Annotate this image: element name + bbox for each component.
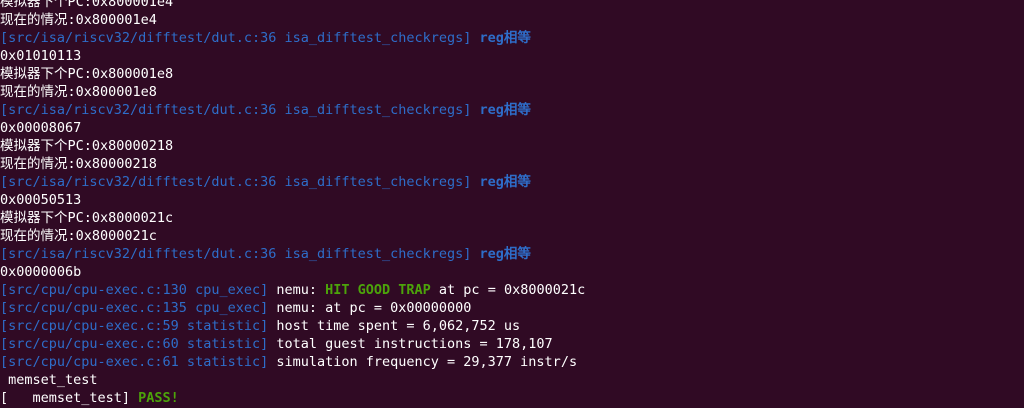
terminal-text-segment: reg相等 xyxy=(479,174,531,190)
terminal-text-segment: nemu: xyxy=(276,282,326,298)
terminal-line: [src/cpu/cpu-exec.c:135 cpu_exec] nemu: … xyxy=(0,299,1024,317)
terminal-line: [src/cpu/cpu-exec.c:59 statistic] host t… xyxy=(0,317,1024,335)
terminal-line: [src/isa/riscv32/difftest/dut.c:36 isa_d… xyxy=(0,245,1024,263)
terminal-text-segment: 现在的情况:0x8000021c xyxy=(0,228,157,244)
terminal-line: 现在的情况:0x80000218 xyxy=(0,155,1024,173)
terminal-text-segment: [src/isa/riscv32/difftest/dut.c:36 isa_d… xyxy=(0,246,480,262)
terminal-text-segment: at pc = 0x8000021c xyxy=(430,282,586,298)
terminal-text-segment: [src/cpu/cpu-exec.c:59 statistic] xyxy=(0,318,277,334)
terminal-text-segment: 0x00008067 xyxy=(0,120,82,136)
terminal-text-segment: [src/isa/riscv32/difftest/dut.c:36 isa_d… xyxy=(0,174,480,190)
terminal-text-segment: 模拟器下个PC:0x800001e4 xyxy=(0,0,174,10)
terminal-text-segment: reg相等 xyxy=(479,102,531,118)
terminal-text-segment: 0x00050513 xyxy=(0,192,82,208)
terminal-text-segment: [src/cpu/cpu-exec.c:61 statistic] xyxy=(0,354,277,370)
terminal-text-segment: [src/isa/riscv32/difftest/dut.c:36 isa_d… xyxy=(0,102,480,118)
terminal-text-segment: reg相等 xyxy=(479,246,531,262)
terminal-text-segment: 0x0000006b xyxy=(0,264,82,280)
terminal-text-segment: total guest instructions = 178,107 xyxy=(276,336,553,352)
terminal-text-segment: [src/cpu/cpu-exec.c:135 cpu_exec] xyxy=(0,300,277,316)
terminal-line: 现在的情况:0x800001e4 xyxy=(0,11,1024,29)
terminal-line: [src/cpu/cpu-exec.c:130 cpu_exec] nemu: … xyxy=(0,281,1024,299)
terminal-text-segment: [src/isa/riscv32/difftest/dut.c:36 isa_d… xyxy=(0,30,480,46)
terminal-text-segment: nemu: at pc = 0x00000000 xyxy=(276,300,472,316)
terminal-text-segment: 模拟器下个PC:0x8000021c xyxy=(0,210,174,226)
terminal-line: 模拟器下个PC:0x800001e8 xyxy=(0,65,1024,83)
terminal-text-segment: simulation frequency = 29,377 instr/s xyxy=(276,354,578,370)
terminal-line: [src/isa/riscv32/difftest/dut.c:36 isa_d… xyxy=(0,173,1024,191)
terminal-text-segment: memset_test xyxy=(0,372,98,388)
terminal-line: 现在的情况:0x8000021c xyxy=(0,227,1024,245)
terminal-line: 0x00008067 xyxy=(0,119,1024,137)
terminal-line: 现在的情况:0x800001e8 xyxy=(0,83,1024,101)
terminal-line: 0x01010113 xyxy=(0,47,1024,65)
terminal-text-segment: [src/cpu/cpu-exec.c:60 statistic] xyxy=(0,336,277,352)
terminal-line: 模拟器下个PC:0x8000021c xyxy=(0,209,1024,227)
terminal-line: 模拟器下个PC:0x800001e4 xyxy=(0,0,1024,11)
terminal-text-segment: 现在的情况:0x800001e4 xyxy=(0,12,157,28)
terminal-line: 模拟器下个PC:0x80000218 xyxy=(0,137,1024,155)
terminal-text-segment: 现在的情况:0x800001e8 xyxy=(0,84,157,100)
terminal-text-segment: 现在的情况:0x80000218 xyxy=(0,156,157,172)
next-line-fragment xyxy=(0,403,1024,408)
terminal-line: [src/isa/riscv32/difftest/dut.c:36 isa_d… xyxy=(0,101,1024,119)
terminal-line: memset_test xyxy=(0,371,1024,389)
terminal-line: [src/isa/riscv32/difftest/dut.c:36 isa_d… xyxy=(0,29,1024,47)
terminal-text-segment: [src/cpu/cpu-exec.c:130 cpu_exec] xyxy=(0,282,277,298)
terminal-text-segment: 0x01010113 xyxy=(0,48,82,64)
terminal-output: 模拟器下个PC:0x800001e4 现在的情况:0x800001e4 [src/i… xyxy=(0,0,1024,407)
terminal-line: 0x00050513 xyxy=(0,191,1024,209)
terminal-text-segment: 模拟器下个PC:0x80000218 xyxy=(0,138,174,154)
terminal-text-segment: host time spent = 6,062,752 us xyxy=(276,318,521,334)
terminal-text-segment: HIT GOOD TRAP xyxy=(325,282,431,298)
terminal-text-segment: 模拟器下个PC:0x800001e8 xyxy=(0,66,174,82)
terminal-line: 0x0000006b xyxy=(0,263,1024,281)
terminal-line: [src/cpu/cpu-exec.c:60 statistic] total … xyxy=(0,335,1024,353)
terminal-line: [src/cpu/cpu-exec.c:61 statistic] simula… xyxy=(0,353,1024,371)
terminal-text-segment: reg相等 xyxy=(479,30,531,46)
